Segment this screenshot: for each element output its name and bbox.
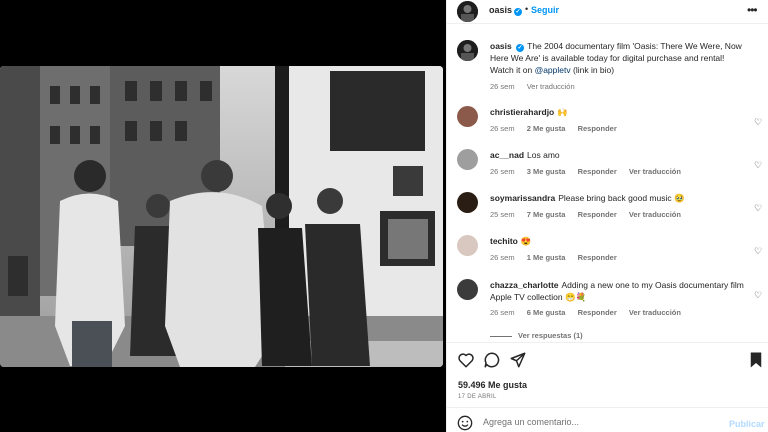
comment-username[interactable]: techito xyxy=(490,236,518,246)
comment-bubble-icon[interactable] xyxy=(483,351,501,369)
commenter-avatar[interactable] xyxy=(457,149,478,170)
caption-meta: 26 sem Ver traducción xyxy=(490,82,585,91)
caption-suffix: (link in bio) xyxy=(573,65,615,75)
comment-time[interactable]: 26 sem xyxy=(490,253,515,262)
caption-translation-link[interactable]: Ver traducción xyxy=(527,82,575,91)
post-details-panel: oasis ✓ • Seguir ••• oasis ✓ The 2004 docu… xyxy=(446,0,768,432)
verified-badge-icon: ✓ xyxy=(516,44,525,52)
comment-like-heart-icon[interactable]: ♡ xyxy=(754,203,762,214)
follow-button[interactable]: Seguir xyxy=(531,5,559,15)
header-username-link[interactable]: oasis ✓ xyxy=(489,5,523,16)
view-replies-label: Ver respuestas (1) xyxy=(518,331,583,340)
view-replies-button[interactable]: Ver respuestas (1) xyxy=(490,331,583,340)
avatar-image xyxy=(457,40,478,61)
comment-like-heart-icon[interactable]: ♡ xyxy=(754,160,762,171)
post-actions: 59.496 Me gusta 17 DE ABRIL xyxy=(447,342,768,406)
more-horizontal-icon[interactable]: ••• xyxy=(747,3,758,17)
reply-button[interactable]: Responder xyxy=(578,253,617,262)
comment-bar: Publicar xyxy=(447,407,768,432)
comment-meta: 25 sem 7 Me gusta Responder Ver traducci… xyxy=(490,210,691,219)
caption-text-block: oasis ✓ The 2004 documentary film 'Oasis:… xyxy=(490,40,748,76)
caption-username[interactable]: oasis ✓ xyxy=(490,41,525,52)
comment-time[interactable]: 25 sem xyxy=(490,210,515,219)
post-date[interactable]: 17 DE ABRIL xyxy=(458,394,497,400)
caption-text: The 2004 documentary film 'Oasis: There … xyxy=(490,41,742,75)
caption-time[interactable]: 26 sem xyxy=(490,82,515,91)
comment-text: 😍 xyxy=(520,236,532,246)
reply-button[interactable]: Responder xyxy=(578,308,617,317)
commenter-avatar[interactable] xyxy=(457,106,478,127)
comment-input[interactable] xyxy=(483,417,713,427)
comment-text-block: chazza_charlotte Adding a new one to my O… xyxy=(490,279,748,303)
comment-translation-link[interactable]: Ver traducción xyxy=(629,210,681,219)
mention-link[interactable]: @appletv xyxy=(535,65,571,75)
comment-likes[interactable]: 1 Me gusta xyxy=(527,253,566,262)
comment-translation-link[interactable]: Ver traducción xyxy=(629,308,681,317)
reply-button[interactable]: Responder xyxy=(578,124,617,133)
comment-text: 🙌 xyxy=(557,107,568,117)
comment-meta: 26 sem 6 Me gusta Responder Ver traducci… xyxy=(490,308,691,317)
comment-translation-link[interactable]: Ver traducción xyxy=(629,167,681,176)
comment-text-block: soymarissandra Please bring back good mus… xyxy=(490,192,748,204)
post-photo[interactable] xyxy=(0,66,443,367)
commenter-avatar[interactable] xyxy=(457,279,478,300)
media-panel xyxy=(0,0,446,432)
comment-likes[interactable]: 2 Me gusta xyxy=(527,124,566,133)
account-avatar[interactable] xyxy=(457,1,478,22)
comment-text-block: ac__nad Los amo xyxy=(490,149,748,161)
comment-likes[interactable]: 7 Me gusta xyxy=(527,210,566,219)
avatar-image xyxy=(457,1,478,22)
comment-username[interactable]: christierahardjo xyxy=(490,107,554,117)
comment-time[interactable]: 26 sem xyxy=(490,308,515,317)
reply-button[interactable]: Responder xyxy=(578,167,617,176)
likes-count[interactable]: 59.496 Me gusta xyxy=(458,380,527,390)
band-photo-image xyxy=(0,66,443,367)
comment-username[interactable]: chazza_charlotte xyxy=(490,280,559,290)
caption-avatar[interactable] xyxy=(457,40,478,61)
comment-username[interactable]: ac__nad xyxy=(490,150,524,160)
comment-time[interactable]: 26 sem xyxy=(490,167,515,176)
comment-time[interactable]: 26 sem xyxy=(490,124,515,133)
emoji-smiley-icon[interactable] xyxy=(457,415,473,431)
comment-meta: 26 sem 1 Me gusta Responder xyxy=(490,253,627,262)
separator-dot: • xyxy=(525,4,529,14)
comment-like-heart-icon[interactable]: ♡ xyxy=(754,290,762,301)
comment-like-heart-icon[interactable]: ♡ xyxy=(754,246,762,257)
caption-username-text: oasis xyxy=(490,41,512,51)
like-heart-icon[interactable] xyxy=(457,351,475,369)
comment-username[interactable]: soymarissandra xyxy=(490,193,555,203)
comment-likes[interactable]: 6 Me gusta xyxy=(527,308,566,317)
comment-text-block: christierahardjo 🙌 xyxy=(490,106,748,118)
comment-meta: 26 sem 3 Me gusta Responder Ver traducci… xyxy=(490,167,691,176)
save-bookmark-icon[interactable] xyxy=(747,351,765,369)
replies-divider xyxy=(490,335,512,337)
comment-meta: 26 sem 2 Me gusta Responder xyxy=(490,124,627,133)
reply-button[interactable]: Responder xyxy=(578,210,617,219)
post-header: oasis ✓ • Seguir ••• xyxy=(447,0,768,24)
publish-comment-button[interactable]: Publicar xyxy=(729,419,765,429)
verified-badge-icon: ✓ xyxy=(514,8,523,16)
commenter-avatar[interactable] xyxy=(457,235,478,256)
comment-likes[interactable]: 3 Me gusta xyxy=(527,167,566,176)
header-username-text: oasis xyxy=(489,5,513,15)
commenter-avatar[interactable] xyxy=(457,192,478,213)
comment-like-heart-icon[interactable]: ♡ xyxy=(754,117,762,128)
share-send-icon[interactable] xyxy=(509,351,527,369)
comment-text: Los amo xyxy=(527,150,560,160)
comment-text-block: techito 😍 xyxy=(490,235,748,247)
comment-text: Please bring back good music 🥹 xyxy=(558,193,685,203)
